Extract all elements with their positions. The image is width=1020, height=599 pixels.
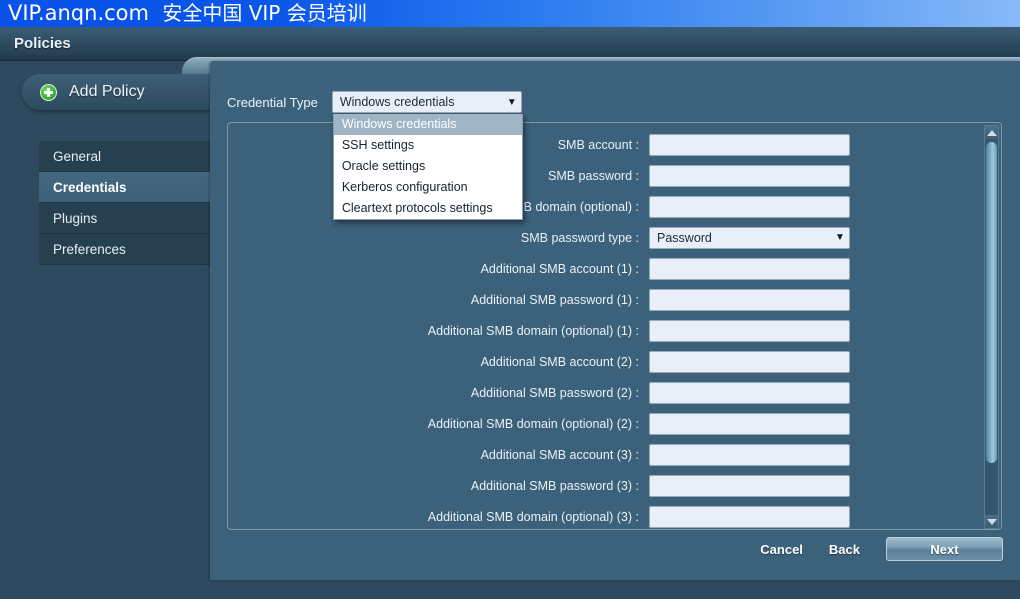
form-row-additional-smb-password-1: Additional SMB password (1) : <box>228 284 988 315</box>
form-row-additional-smb-account-1: Additional SMB account (1) : <box>228 253 988 284</box>
top-navigation-bar: Policies Reports Scans Policies Users <box>0 27 1020 87</box>
banner-tagline: 安全中国 VIP 会员培训 <box>162 1 367 25</box>
next-button[interactable]: Next <box>886 537 1003 561</box>
chevron-down-icon: ▼ <box>506 96 517 108</box>
form-row-additional-smb-account-3: Additional SMB account (3) : <box>228 439 988 470</box>
credential-type-label: Credential Type <box>227 94 318 110</box>
scroll-up-arrow-icon[interactable] <box>985 126 998 139</box>
vertical-scrollbar[interactable] <box>984 125 999 529</box>
credential-type-value: Windows credentials <box>339 95 455 109</box>
input-smb-account[interactable] <box>649 133 850 156</box>
sidebar-item-credentials[interactable]: Credentials <box>39 172 212 203</box>
credential-type-dropdown: Windows credentials SSH settings Oracle … <box>332 114 523 220</box>
form-row-additional-smb-domain-2: Additional SMB domain (optional) (2) : <box>228 408 988 439</box>
form-row-smb-password-type: SMB password type : Password ▼ <box>228 222 988 253</box>
label-additional-smb-domain-2: Additional SMB domain (optional) (2) : <box>427 416 639 431</box>
form-row-additional-smb-password-2: Additional SMB password (2) : <box>228 377 988 408</box>
input-additional-smb-account-1[interactable] <box>649 257 850 280</box>
dropdown-option-windows-credentials[interactable]: Windows credentials <box>333 114 522 135</box>
chevron-down-icon: ▼ <box>835 232 845 243</box>
dropdown-option-cleartext-protocols-settings[interactable]: Cleartext protocols settings <box>334 198 522 219</box>
form-footer: Cancel Back Next <box>210 532 1020 566</box>
input-additional-smb-account-3[interactable] <box>649 443 850 466</box>
application-window: VIP.anqn.com 安全中国 VIP 会员培训 Policies Repo… <box>0 0 1020 599</box>
form-row-additional-smb-password-3: Additional SMB password (3) : <box>228 470 988 501</box>
sidebar-item-general[interactable]: General <box>39 141 212 172</box>
input-smb-domain[interactable] <box>649 195 850 218</box>
dropdown-option-oracle-settings[interactable]: Oracle settings <box>334 156 522 177</box>
label-additional-smb-password-3: Additional SMB password (3) : <box>470 478 639 493</box>
input-additional-smb-password-3[interactable] <box>649 474 850 497</box>
scrollbar-thumb[interactable] <box>986 142 997 463</box>
scroll-down-arrow-icon[interactable] <box>985 515 998 528</box>
form-row-additional-smb-domain-3: Additional SMB domain (optional) (3) : <box>228 501 988 529</box>
back-button[interactable]: Back <box>829 542 860 557</box>
label-additional-smb-account-3: Additional SMB account (3) : <box>480 447 639 462</box>
banner-text: VIP.anqn.com 安全中国 VIP 会员培训 <box>8 1 367 26</box>
sidebar-item-plugins[interactable]: Plugins <box>39 203 212 234</box>
input-additional-smb-domain-1[interactable] <box>649 319 850 342</box>
sidebar: Add Policy General Credentials Plugins P… <box>0 61 218 599</box>
label-additional-smb-account-1: Additional SMB account (1) : <box>480 261 639 276</box>
input-additional-smb-account-2[interactable] <box>649 350 850 373</box>
credential-type-row: Credential Type Windows credentials ▼ Wi… <box>227 91 523 220</box>
form-row-additional-smb-account-2: Additional SMB account (2) : <box>228 346 988 377</box>
dropdown-option-ssh-settings[interactable]: SSH settings <box>334 135 522 156</box>
cancel-button[interactable]: Cancel <box>760 542 803 557</box>
label-additional-smb-domain-3: Additional SMB domain (optional) (3) : <box>427 509 639 524</box>
label-additional-smb-password-2: Additional SMB password (2) : <box>470 385 639 400</box>
add-policy-button[interactable]: Add Policy <box>22 74 218 110</box>
dropdown-option-kerberos-configuration[interactable]: Kerberos configuration <box>334 177 522 198</box>
label-additional-smb-domain-1: Additional SMB domain (optional) (1) : <box>427 323 639 338</box>
site-banner: VIP.anqn.com 安全中国 VIP 会员培训 <box>0 0 1020 27</box>
input-additional-smb-password-1[interactable] <box>649 288 850 311</box>
main-content-panel: Credential Type Windows credentials ▼ Wi… <box>210 61 1020 580</box>
select-smb-password-type[interactable]: Password ▼ <box>649 226 850 249</box>
page-title: Policies <box>14 35 71 52</box>
credential-type-select[interactable]: Windows credentials ▼ Windows credential… <box>331 91 523 220</box>
sidebar-item-preferences[interactable]: Preferences <box>39 234 212 265</box>
sidebar-step-list: General Credentials Plugins Preferences <box>39 141 212 265</box>
label-additional-smb-password-1: Additional SMB password (1) : <box>470 292 639 307</box>
input-additional-smb-domain-3[interactable] <box>649 505 850 528</box>
input-additional-smb-domain-2[interactable] <box>649 412 850 435</box>
smb-password-type-value: Password <box>657 230 712 245</box>
plus-circle-icon <box>40 83 57 101</box>
form-row-additional-smb-domain-1: Additional SMB domain (optional) (1) : <box>228 315 988 346</box>
input-additional-smb-password-2[interactable] <box>649 381 850 404</box>
label-additional-smb-account-2: Additional SMB account (2) : <box>480 354 639 369</box>
input-smb-password[interactable] <box>649 164 850 187</box>
label-smb-password-type: SMB password type : <box>520 230 639 245</box>
add-policy-label: Add Policy <box>69 83 145 100</box>
banner-site: VIP.anqn.com <box>8 1 149 25</box>
